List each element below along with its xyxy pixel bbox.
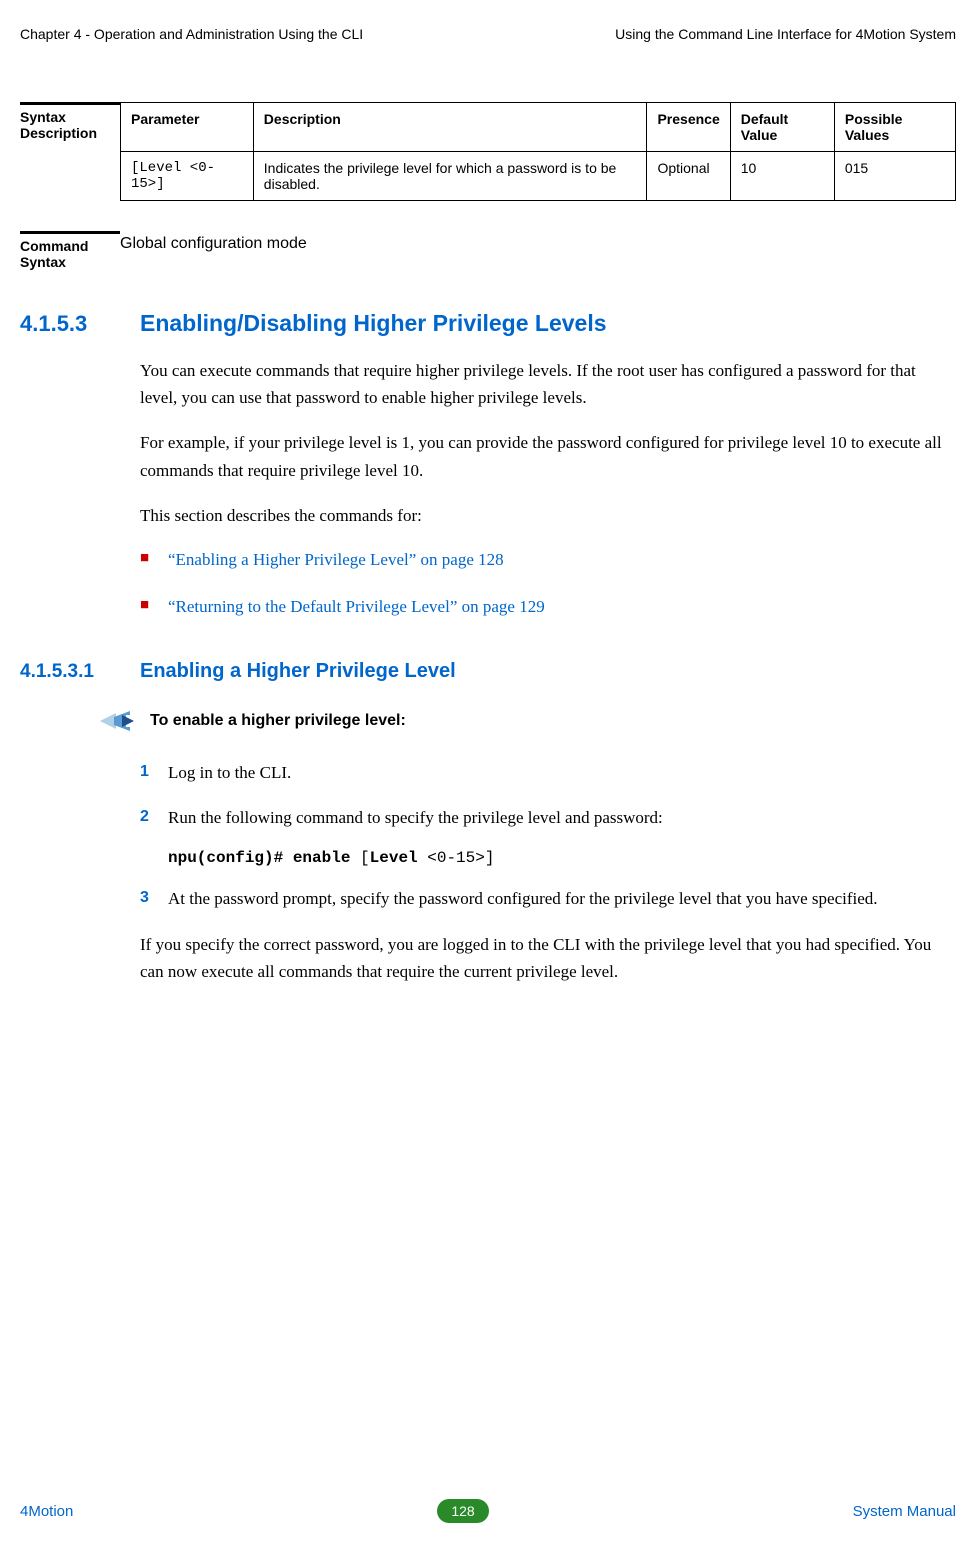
step-number: 1 — [140, 759, 149, 785]
command-syntax-mode: Global configuration mode — [120, 231, 956, 253]
col-default: Default Value — [730, 103, 834, 152]
cell-presence: Optional — [647, 152, 730, 201]
col-presence: Presence — [647, 103, 730, 152]
cmd-text: [ — [360, 849, 370, 867]
step-number: 2 — [140, 804, 149, 830]
subsection-number: 4.1.5.3.1 — [20, 661, 140, 683]
paragraph: If you specify the correct password, you… — [140, 931, 956, 985]
subsection-title: Enabling a Higher Privilege Level — [140, 660, 456, 683]
col-possible: Possible Values — [834, 103, 955, 152]
command-block: npu(config)# enable [Level <0-15>] — [168, 849, 956, 867]
command-syntax-label: Command Syntax — [20, 231, 120, 270]
cell-parameter: [Level <0-15>] — [121, 152, 254, 201]
step-number: 3 — [140, 885, 149, 911]
step-item: 2 Run the following command to specify th… — [140, 804, 956, 831]
table-header-row: Parameter Description Presence Default V… — [121, 103, 956, 152]
section-number: 4.1.5.3 — [20, 311, 140, 337]
cell-description: Indicates the privilege level for which … — [253, 152, 647, 201]
cmd-text: <0-15>] — [427, 849, 494, 867]
subsection-heading: 4.1.5.3.1 Enabling a Higher Privilege Le… — [20, 660, 956, 683]
procedure-title: To enable a higher privilege level: — [150, 712, 406, 730]
page-footer: 4Motion 128 System Manual — [20, 1499, 956, 1523]
list-item[interactable]: “Returning to the Default Privilege Leve… — [140, 594, 956, 620]
footer-manual: System Manual — [853, 1503, 956, 1520]
cmd-bold: Level — [370, 849, 428, 867]
page-header: Chapter 4 - Operation and Administration… — [20, 26, 956, 42]
col-description: Description — [253, 103, 647, 152]
cell-default: 10 — [730, 152, 834, 201]
arrow-icon — [100, 711, 134, 731]
paragraph: For example, if your privilege level is … — [140, 429, 956, 483]
syntax-description-label: Syntax Description — [20, 102, 120, 141]
command-syntax-block: Command Syntax Global configuration mode — [20, 231, 956, 270]
syntax-description-table: Parameter Description Presence Default V… — [120, 102, 956, 201]
list-item[interactable]: “Enabling a Higher Privilege Level” on p… — [140, 547, 956, 573]
section-title: Enabling/Disabling Higher Privilege Leve… — [140, 310, 607, 337]
cell-possible: 015 — [834, 152, 955, 201]
page-number-badge: 128 — [437, 1499, 488, 1523]
footer-product: 4Motion — [20, 1503, 73, 1520]
step-item: 1 Log in to the CLI. — [140, 759, 956, 786]
cmd-bold: npu(config)# enable — [168, 849, 360, 867]
header-left: Chapter 4 - Operation and Administration… — [20, 26, 363, 42]
step-list-continued: 3 At the password prompt, specify the pas… — [140, 885, 956, 912]
section-heading: 4.1.5.3 Enabling/Disabling Higher Privil… — [20, 310, 956, 337]
procedure-header: To enable a higher privilege level: — [100, 711, 956, 731]
header-right: Using the Command Line Interface for 4Mo… — [615, 26, 956, 42]
step-text: Run the following command to specify the… — [168, 808, 663, 827]
step-text: Log in to the CLI. — [168, 763, 291, 782]
step-list: 1 Log in to the CLI. 2 Run the following c… — [140, 759, 956, 831]
bullet-list: “Enabling a Higher Privilege Level” on p… — [140, 547, 956, 620]
paragraph: This section describes the commands for: — [140, 502, 956, 529]
paragraph: You can execute commands that require hi… — [140, 357, 956, 411]
step-item: 3 At the password prompt, specify the pas… — [140, 885, 956, 912]
table-row: [Level <0-15>] Indicates the privilege l… — [121, 152, 956, 201]
syntax-description-block: Syntax Description Parameter Description… — [20, 102, 956, 201]
step-text: At the password prompt, specify the pass… — [168, 889, 878, 908]
col-parameter: Parameter — [121, 103, 254, 152]
